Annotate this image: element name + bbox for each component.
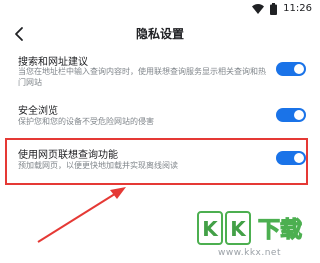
wifi-icon — [252, 4, 265, 14]
setting-safe-browsing[interactable]: 安全浏览 保护您和您的设备不受危险网站的侵害 — [0, 98, 320, 134]
watermark-url: www.kkx.net — [218, 248, 281, 258]
search-suggestions-toggle[interactable] — [276, 62, 306, 76]
svg-text:K: K — [202, 217, 219, 241]
status-bar: 11:26 — [0, 0, 320, 18]
setting-page-preload[interactable]: 使用网页联想查询功能 预加载网页，以便更快地加载并实现离线阅读 — [0, 140, 320, 183]
page-preload-toggle[interactable] — [276, 151, 306, 165]
watermark-logo: K K 下载 — [197, 211, 303, 245]
setting-description: 当您在地址栏中输入查询内容时，使用联想查询服务显示相关查询和热门网站 — [18, 67, 266, 87]
svg-text:K: K — [230, 217, 247, 241]
status-icons: 11:26 — [252, 3, 312, 15]
toggle-knob — [294, 64, 304, 74]
setting-description: 预加载网页，以便更快地加载并实现离线阅读 — [18, 161, 178, 170]
toggle-knob — [294, 110, 304, 120]
battery-icon — [270, 3, 278, 15]
toggle-knob — [294, 153, 304, 163]
setting-description: 保护您和您的设备不受危险网站的侵害 — [18, 117, 154, 126]
setting-title: 安全浏览 — [18, 106, 58, 117]
svg-text:下载: 下载 — [258, 217, 302, 243]
status-time: 11:26 — [283, 3, 312, 14]
setting-title: 使用网页联想查询功能 — [18, 150, 118, 161]
app-bar: 隐私设置 — [0, 18, 320, 48]
page-title: 隐私设置 — [135, 27, 184, 41]
safe-browsing-toggle[interactable] — [276, 108, 306, 122]
setting-search-suggestions[interactable]: 搜索和网址建议 当您在地址栏中输入查询内容时，使用联想查询服务显示相关查询和热门… — [0, 50, 320, 96]
